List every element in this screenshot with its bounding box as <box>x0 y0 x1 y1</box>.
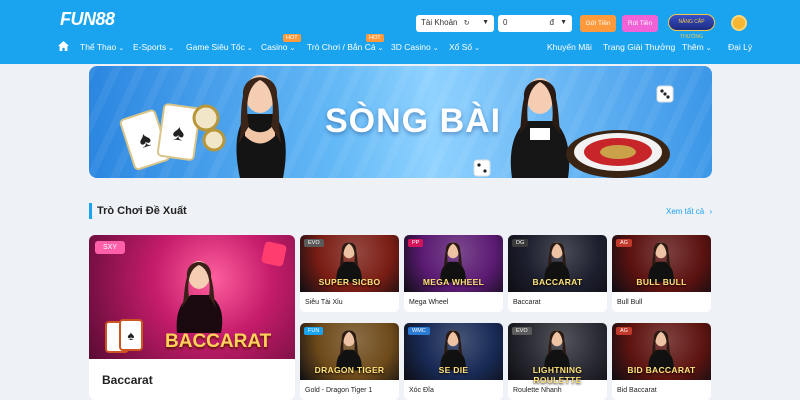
roulette-wheel-illustration <box>566 130 670 178</box>
game-card[interactable]: EVO LIGHTNING ROULETTE Roulette Nhanh <box>508 323 607 400</box>
chevron-down-icon: ⌄ <box>474 45 481 52</box>
game-name: Bid Baccarat <box>617 387 657 394</box>
nav-item-game-sieu-toc[interactable]: Game Siêu Tốc ⌄ <box>186 42 253 56</box>
game-card[interactable]: AG BID BACCARAT Bid Baccarat <box>612 323 711 400</box>
dice-icon <box>473 159 491 177</box>
game-name: Siêu Tài Xỉu <box>305 299 343 306</box>
nav-item-label: Casino <box>261 42 288 52</box>
nav-item-label: Thêm <box>682 42 704 52</box>
hot-badge: HOT <box>283 34 301 42</box>
chevron-down-icon: ⌄ <box>246 45 253 52</box>
refresh-icon[interactable]: ↻ <box>464 20 470 27</box>
game-image-text: DRAGON TIGER <box>314 365 385 375</box>
nav-item-casino[interactable]: Casino ⌄ <box>261 42 295 56</box>
nav-item-trang-giai-thuong[interactable]: Trang Giải Thưởng <box>603 42 675 56</box>
featured-game-card[interactable]: ♠ SXY BACCARAT Baccarat <box>89 235 295 400</box>
playing-cards-icon: ♠ <box>105 319 143 353</box>
game-name: Gold - Dragon Tiger 1 <box>305 387 373 394</box>
svg-text:♠: ♠ <box>128 328 135 343</box>
game-card[interactable]: WMC SE DIE Xóc Đĩa <box>404 323 503 400</box>
game-image-text: BID BACCARAT <box>627 365 696 375</box>
featured-game-name: Baccarat <box>102 373 153 387</box>
account-select[interactable]: Tài Khoản ↻ ▼ <box>416 15 494 32</box>
section-title: Trò Chơi Đề Xuất <box>97 205 187 217</box>
see-all-label: Xem tất cả <box>666 207 705 216</box>
game-image-text: SE DIE <box>438 365 469 375</box>
game-card[interactable]: PP MEGA WHEEL Mega Wheel <box>404 235 503 312</box>
see-all-link[interactable]: Xem tất cả › <box>666 207 712 216</box>
provider-tag: EVO <box>304 239 324 247</box>
dice-icon <box>656 85 674 103</box>
provider-tag: PP <box>408 239 424 247</box>
fun88-logo[interactable]: FUN88 <box>60 9 115 30</box>
game-image-text: BULL BULL <box>636 277 687 287</box>
game-card[interactable]: AG BULL BULL Bull Bull <box>612 235 711 312</box>
withdraw-button[interactable]: Rút Tiền <box>622 15 658 32</box>
vip-upgrade-button[interactable]: NÂNG CẤP THƯỞNG <box>668 14 715 40</box>
nav-item-xo-so[interactable]: Xổ Số ⌄ <box>449 42 480 56</box>
game-name: Baccarat <box>513 299 541 306</box>
nav-item-them[interactable]: Thêm ⌄ <box>682 42 712 56</box>
chevron-down-icon: ▼ <box>560 19 567 26</box>
nav-item-label: Game Siêu Tốc <box>186 42 245 52</box>
game-card[interactable]: DG BACCARAT Baccarat <box>508 235 607 312</box>
nav-item-the-thao[interactable]: Thể Thao ⌄ <box>80 42 124 56</box>
nav-item-khuyen-mai[interactable]: Khuyến Mãi <box>547 42 592 56</box>
provider-tag: AG <box>616 239 632 247</box>
game-image-text: LIGHTNING ROULETTE <box>532 365 583 385</box>
coin-icon[interactable] <box>731 15 747 31</box>
nav-item-label: 3D Casino <box>391 42 431 52</box>
nav-item-label: Thể Thao <box>80 42 117 52</box>
chevron-right-icon: › <box>709 207 713 216</box>
game-image-text: SUPER SICBO <box>318 277 381 287</box>
playing-cards-illustration: ♠ ♠ <box>119 103 226 171</box>
provider-tag: DG <box>512 239 529 247</box>
game-image-text: MEGA WHEEL <box>422 277 485 287</box>
chevron-down-icon: ▼ <box>482 19 489 26</box>
nav-item-esports[interactable]: E-Sports ⌄ <box>133 42 174 56</box>
chevron-down-icon: ⌄ <box>168 45 174 52</box>
currency-label: đ <box>549 18 554 27</box>
game-name: Mega Wheel <box>409 299 449 306</box>
balance-field[interactable]: 0 đ ▼ <box>498 15 572 32</box>
chevron-down-icon: ⌄ <box>118 45 125 52</box>
nav-item-label: Trang Giải Thưởng <box>603 42 676 52</box>
balance-value: 0 <box>503 18 508 27</box>
home-icon[interactable] <box>58 41 69 51</box>
provider-logo <box>260 240 288 268</box>
hot-badge: HOT <box>366 34 384 42</box>
deposit-button[interactable]: Gửi Tiền <box>580 15 616 32</box>
nav-item-label: Trò Chơi / Bắn Cá <box>307 42 376 52</box>
game-card[interactable]: EVO SUPER SICBO Siêu Tài Xỉu <box>300 235 399 312</box>
nav-item-label: Khuyến Mãi <box>547 42 592 52</box>
chevron-down-icon: ⌄ <box>705 45 712 52</box>
provider-tag: WMC <box>408 327 430 335</box>
nav-item-label: E-Sports <box>133 42 167 52</box>
game-name: Bull Bull <box>617 299 643 306</box>
nav-item-tro-choi-ban-ca[interactable]: Trò Chơi / Bắn Cá ⌄ <box>307 42 383 56</box>
chevron-down-icon: ⌄ <box>432 45 439 52</box>
chevron-down-icon: ⌄ <box>289 45 296 52</box>
chevron-down-icon: ⌄ <box>377 45 384 52</box>
nav-item-dai-ly[interactable]: Đại Lý <box>728 42 752 56</box>
dealer-illustration <box>176 261 223 333</box>
featured-game-image-text: BACCARAT <box>165 331 272 352</box>
account-select-label: Tài Khoản <box>421 18 458 27</box>
game-name: Roulette Nhanh <box>513 387 562 394</box>
provider-tag: AG <box>616 327 632 335</box>
provider-tag: FUN <box>304 327 324 335</box>
game-name: Xóc Đĩa <box>409 387 434 394</box>
section-accent-bar <box>89 203 92 219</box>
nav-item-label: Xổ Số <box>449 42 473 52</box>
provider-tag: SXY <box>95 241 126 254</box>
nav-item-3d-casino[interactable]: 3D Casino ⌄ <box>391 42 439 56</box>
dealer-illustration <box>236 75 286 178</box>
nav-item-label: Đại Lý <box>728 42 753 52</box>
game-card[interactable]: FUN DRAGON TIGER Gold - Dragon Tiger 1 <box>300 323 399 400</box>
game-image-text: BACCARAT <box>532 277 583 287</box>
banner-title: SÒNG BÀI <box>325 102 502 140</box>
provider-tag: EVO <box>512 327 532 335</box>
